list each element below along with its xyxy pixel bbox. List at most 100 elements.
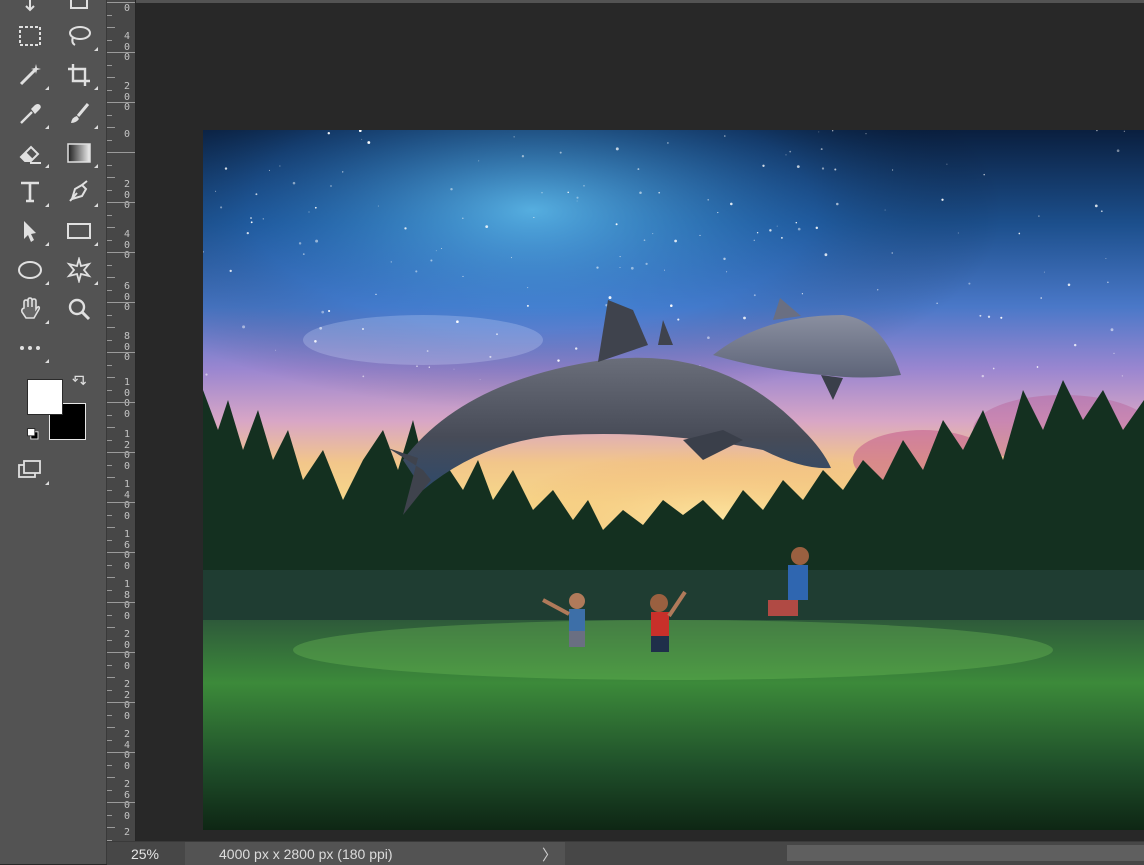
ruler-tick [107, 177, 115, 178]
star [526, 304, 529, 307]
star [511, 257, 512, 259]
ruler-label: 2 0 0 [123, 179, 131, 211]
ruler-tick [107, 402, 135, 403]
star [981, 374, 985, 378]
ruler-tick [107, 27, 115, 28]
star [1116, 149, 1120, 153]
ruler-label: 2 [123, 827, 131, 838]
star [776, 225, 778, 227]
ruler-tick [107, 140, 112, 141]
eyedropper-icon[interactable] [15, 99, 49, 129]
star [583, 184, 585, 187]
rectangle-tool-icon[interactable] [64, 216, 98, 246]
star [576, 196, 579, 199]
star [496, 333, 498, 336]
star [328, 309, 331, 313]
gradient-icon[interactable] [64, 138, 98, 168]
ruler-tick [107, 2, 135, 3]
star [645, 262, 648, 266]
star [753, 294, 756, 297]
zoom-icon[interactable] [64, 294, 94, 324]
star [892, 169, 894, 171]
ruler-tick [107, 815, 112, 816]
document-info[interactable]: 4000 px x 2800 px (180 ppi) 〉 [185, 842, 565, 865]
ruler-label: 6 0 0 [123, 281, 131, 313]
path-selection-icon[interactable] [15, 216, 49, 246]
foreground-color-swatch[interactable] [27, 379, 63, 415]
ruler-tick [107, 90, 112, 91]
ruler-tick [107, 677, 115, 678]
ellipse-tool-icon[interactable] [15, 255, 49, 285]
ruler-label: 1 6 0 0 [123, 529, 131, 572]
ruler-tick [107, 327, 115, 328]
star [726, 271, 728, 273]
ruler-label: 2 0 0 [123, 81, 131, 113]
scroll-thumb[interactable] [787, 845, 1144, 861]
default-colors-icon[interactable] [24, 425, 44, 445]
ruler-label: 2 6 0 0 [123, 779, 131, 822]
star [308, 211, 310, 213]
star [820, 148, 823, 151]
star [677, 318, 680, 321]
rectangular-marquee-icon[interactable] [15, 21, 45, 51]
star [246, 231, 249, 235]
ruler-tick [107, 252, 135, 253]
ruler-tick [107, 452, 135, 453]
hand-icon[interactable] [15, 294, 49, 324]
ruler-tick [107, 552, 135, 553]
star [801, 293, 804, 295]
document-canvas[interactable] [203, 130, 1144, 830]
star [250, 221, 253, 224]
star [780, 236, 783, 239]
type-icon[interactable] [15, 177, 49, 207]
magic-wand-icon[interactable] [15, 60, 49, 90]
eraser-icon[interactable] [15, 138, 49, 168]
star [576, 200, 578, 202]
star [441, 248, 443, 249]
screen-mode-icon[interactable] [15, 455, 49, 485]
status-menu-arrow[interactable]: 〉 [542, 844, 557, 865]
move-tool-icon[interactable] [15, 0, 45, 16]
star [361, 138, 363, 140]
artboard-tool-icon[interactable] [64, 0, 94, 16]
star [215, 190, 217, 192]
star [527, 287, 529, 289]
pen-icon[interactable] [64, 177, 98, 207]
star [1123, 130, 1125, 132]
horizontal-scrollbar[interactable] [567, 844, 1144, 862]
ruler-tick [107, 302, 135, 303]
brush-icon[interactable] [64, 99, 98, 129]
ruler-tick [107, 765, 112, 766]
swap-colors-icon[interactable] [70, 372, 90, 392]
ruler-tick [107, 365, 112, 366]
star [250, 217, 252, 219]
star [557, 359, 560, 362]
star [428, 366, 430, 368]
star [255, 193, 258, 196]
ruler-label: 1 0 0 0 [123, 377, 131, 420]
crop-icon[interactable] [64, 60, 98, 90]
ruler-tick [107, 127, 115, 128]
ruler-tick [107, 502, 135, 503]
star [643, 239, 646, 242]
ruler-tick [107, 827, 115, 828]
star [615, 223, 618, 226]
star [314, 206, 317, 209]
more-tools-icon[interactable] [15, 333, 49, 363]
star [619, 256, 621, 258]
star [815, 226, 819, 230]
star [426, 350, 429, 352]
lasso-icon[interactable] [64, 21, 98, 51]
star [834, 168, 837, 171]
ruler-label: 4 0 0 [123, 229, 131, 261]
custom-shape-icon[interactable] [64, 255, 98, 285]
star [541, 192, 543, 194]
ruler-tick [107, 702, 135, 703]
star [416, 365, 418, 367]
star [390, 261, 393, 263]
star [992, 367, 995, 370]
zoom-level[interactable]: 25% [107, 842, 183, 865]
star [1018, 232, 1021, 235]
star [377, 205, 379, 207]
star [435, 250, 437, 252]
